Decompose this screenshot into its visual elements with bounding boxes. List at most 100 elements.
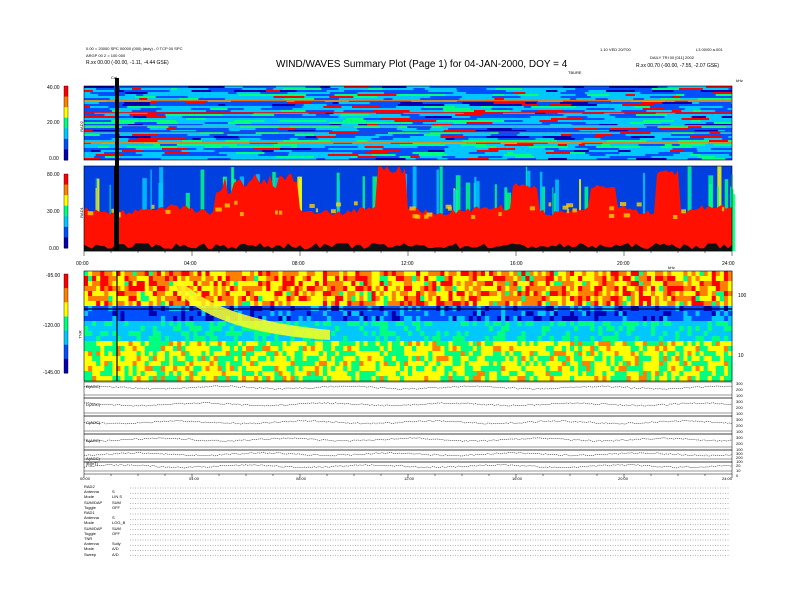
tnr-cell xyxy=(120,346,125,352)
line-panel-frame xyxy=(83,397,733,417)
tnr-cell xyxy=(318,271,324,277)
tnr-cell xyxy=(274,281,279,287)
tnr-cell xyxy=(335,271,340,277)
rad2-cell xyxy=(153,90,170,92)
rad2-cell xyxy=(667,86,678,88)
tnr-cell xyxy=(217,376,223,382)
tnr-cell xyxy=(525,336,530,342)
rad2-cell xyxy=(536,108,563,110)
tnr-cell xyxy=(217,361,223,367)
tnr-cell xyxy=(169,376,174,382)
tnr-cell xyxy=(148,271,154,277)
tnr-cell xyxy=(250,376,255,382)
tnr-cell xyxy=(217,326,223,332)
tnr-cell xyxy=(557,331,563,337)
rad2-cell xyxy=(715,156,726,158)
tnr-cell xyxy=(476,336,482,342)
tnr-cell xyxy=(359,376,364,382)
tnr-cell xyxy=(440,371,445,377)
tnr-cell xyxy=(537,341,543,347)
tnr-cell xyxy=(663,331,668,337)
tnr-cell xyxy=(715,371,721,377)
tnr-cell xyxy=(622,356,628,362)
tnr-cell xyxy=(638,276,644,282)
tnr-cell xyxy=(237,296,243,302)
tnr-cell xyxy=(156,291,162,297)
tnr-cell xyxy=(241,301,247,307)
tnr-cell xyxy=(88,336,93,342)
tnr-cell xyxy=(602,341,607,347)
rad2-cell xyxy=(482,114,509,116)
tnr-cell xyxy=(104,291,109,297)
tnr-cell xyxy=(258,366,263,372)
rad1-fringe xyxy=(309,203,315,208)
tnr-cell xyxy=(274,291,279,297)
tnr-cell xyxy=(213,276,219,282)
rad2-cell xyxy=(680,98,698,100)
tnr-cell xyxy=(92,286,97,292)
tnr-cell xyxy=(205,336,211,342)
tnr-cell xyxy=(565,281,571,287)
tnr-cell xyxy=(177,296,182,302)
tnr-cell xyxy=(537,276,543,282)
tnr-cell xyxy=(185,316,190,322)
tnr-cell xyxy=(626,341,632,347)
tnr-cell xyxy=(169,321,174,327)
tnr-cell xyxy=(707,331,713,337)
tnr-cell xyxy=(156,326,162,332)
tnr-cell xyxy=(221,296,227,302)
rad2-cell xyxy=(355,104,379,106)
rad2-cell xyxy=(413,88,425,90)
tnr-cell xyxy=(549,281,555,287)
tnr-cell xyxy=(590,376,595,382)
tnr-cell xyxy=(92,311,97,317)
tnr-cell xyxy=(156,276,162,282)
tnr-cell xyxy=(108,326,113,332)
tnr-cell xyxy=(270,316,275,322)
tnr-cell xyxy=(189,361,194,367)
rad2-cell xyxy=(673,92,690,94)
tnr-cell xyxy=(335,296,340,302)
rad2-cell xyxy=(521,110,538,112)
tnr-cell xyxy=(225,271,231,277)
tnr-cell xyxy=(108,316,113,322)
tnr-cell xyxy=(294,316,300,322)
rad1-colorbar xyxy=(64,226,68,238)
rad2-cell xyxy=(726,114,732,116)
rad2-cell xyxy=(618,150,631,152)
tnr-cell xyxy=(626,286,632,292)
rad2-cell xyxy=(688,126,702,128)
tnr-cell xyxy=(436,281,441,287)
rad2-cell xyxy=(550,104,572,106)
tnr-cell xyxy=(152,311,158,317)
rad2-cell xyxy=(536,102,561,104)
tnr-cell xyxy=(420,361,425,367)
tnr-cell xyxy=(679,336,684,342)
tnr-cell xyxy=(173,321,178,327)
tnr-cell xyxy=(237,356,243,362)
rad1-fringe xyxy=(471,214,476,219)
tnr-cell xyxy=(691,271,697,277)
tnr-cell xyxy=(687,296,692,302)
rad2-cell xyxy=(540,126,572,128)
tnr-cell xyxy=(594,311,599,317)
tnr-cell xyxy=(136,331,142,337)
tnr-cell xyxy=(428,271,433,277)
rad2-cell xyxy=(545,148,559,150)
tnr-cell xyxy=(549,296,555,302)
rad2-cell xyxy=(584,86,601,88)
tnr-cell xyxy=(484,361,490,367)
tnr-cell xyxy=(92,346,97,352)
rad2-cell xyxy=(134,122,157,124)
tnr-cell xyxy=(201,366,206,372)
tnr-cell xyxy=(448,366,454,372)
tnr-cell xyxy=(387,341,393,347)
tnr-cell xyxy=(403,296,409,302)
tnr-cell xyxy=(456,276,462,282)
rad2-cell xyxy=(578,140,600,142)
rad2-cell xyxy=(233,120,243,122)
tnr-cell xyxy=(582,316,587,322)
rad2-cell xyxy=(280,146,292,148)
tnr-cell xyxy=(128,336,134,342)
tnr-cell xyxy=(618,281,624,287)
